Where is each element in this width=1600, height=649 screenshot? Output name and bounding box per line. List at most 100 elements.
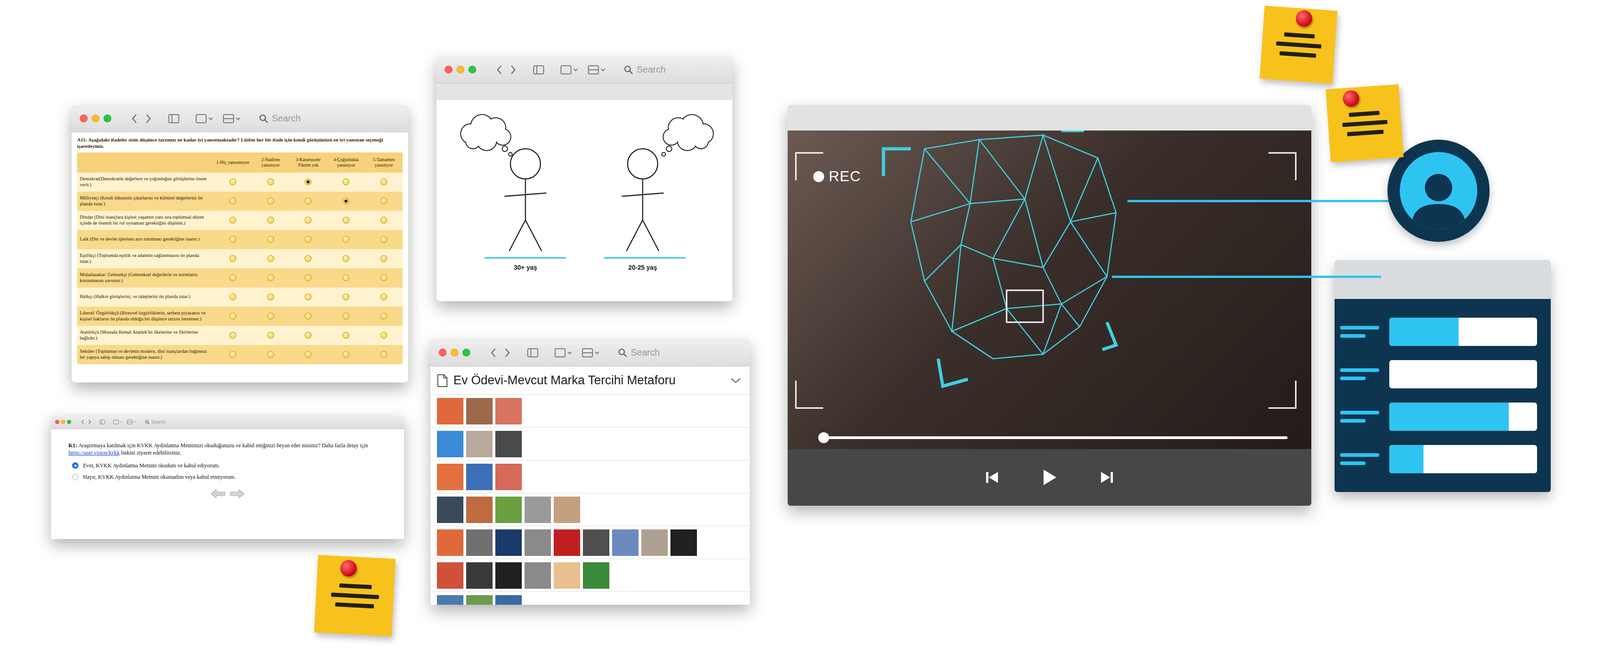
minimize-button[interactable] xyxy=(450,348,459,357)
thumbnail[interactable] xyxy=(436,529,464,556)
thumbnail-row[interactable] xyxy=(430,460,750,494)
next-page-icon[interactable] xyxy=(229,488,245,499)
radio-button[interactable] xyxy=(342,312,350,320)
radio-button[interactable] xyxy=(304,293,312,301)
view-icon[interactable] xyxy=(195,113,216,124)
thumbnail[interactable] xyxy=(495,463,522,490)
thumbnail-row[interactable] xyxy=(430,493,750,526)
thumbnail-row[interactable] xyxy=(430,558,750,592)
radio-button[interactable] xyxy=(380,235,388,243)
thumbnail-row[interactable] xyxy=(430,591,750,605)
radio-button[interactable] xyxy=(380,331,388,339)
skip-forward-icon[interactable] xyxy=(1099,469,1115,485)
thumbnail[interactable] xyxy=(466,397,493,425)
radio-button[interactable] xyxy=(304,216,312,224)
radio-button[interactable] xyxy=(342,235,350,243)
radio-button[interactable] xyxy=(380,197,388,205)
thumbnail[interactable] xyxy=(524,496,551,523)
sidebar-icon[interactable] xyxy=(526,347,539,358)
back-icon[interactable] xyxy=(81,419,85,425)
radio-button[interactable] xyxy=(342,350,350,358)
radio-button[interactable] xyxy=(229,350,237,358)
thumbnail[interactable] xyxy=(553,496,581,523)
thumbnail[interactable] xyxy=(524,561,551,589)
thumbnail[interactable] xyxy=(466,594,493,605)
thumbnail[interactable] xyxy=(670,529,697,556)
close-button[interactable] xyxy=(438,348,447,357)
radio-button[interactable] xyxy=(304,235,312,243)
radio-button[interactable] xyxy=(304,254,312,262)
radio-button[interactable] xyxy=(229,216,237,224)
thumbnail[interactable] xyxy=(553,561,581,589)
radio-button[interactable] xyxy=(304,197,312,205)
radio-button[interactable] xyxy=(229,254,237,262)
view-icon[interactable] xyxy=(113,419,124,425)
sidebar-icon[interactable] xyxy=(167,113,180,124)
search-field[interactable]: Search xyxy=(623,64,684,75)
radio-button[interactable] xyxy=(229,235,237,243)
forward-icon[interactable] xyxy=(88,419,92,425)
kvkk-link[interactable]: https://user.vision/kvkk xyxy=(68,449,120,456)
group-icon[interactable] xyxy=(126,419,137,425)
back-icon[interactable] xyxy=(131,113,138,124)
thumbnail[interactable] xyxy=(641,529,668,556)
search-field[interactable]: Search xyxy=(618,347,678,358)
thumbnail[interactable] xyxy=(466,496,493,523)
group-icon[interactable] xyxy=(581,347,602,358)
radio-button[interactable] xyxy=(229,274,237,281)
thumbnail-row[interactable] xyxy=(430,394,750,428)
thumbnail[interactable] xyxy=(495,430,522,458)
thumbnail[interactable] xyxy=(436,430,464,458)
radio-button[interactable] xyxy=(304,331,312,339)
search-field[interactable]: Search xyxy=(145,419,176,425)
radio-button[interactable] xyxy=(304,178,312,186)
radio-button[interactable] xyxy=(229,331,237,339)
radio-button[interactable] xyxy=(342,274,350,281)
radio-button[interactable] xyxy=(380,350,388,358)
thumbnail-row[interactable] xyxy=(430,427,750,461)
radio-button[interactable] xyxy=(72,473,79,480)
radio-button[interactable] xyxy=(72,462,79,469)
forward-icon[interactable] xyxy=(145,113,152,124)
thumbnail[interactable] xyxy=(436,463,464,490)
radio-button[interactable] xyxy=(267,312,275,320)
radio-button[interactable] xyxy=(267,331,275,339)
thumbnail[interactable] xyxy=(466,529,493,556)
thumbnail[interactable] xyxy=(495,496,522,523)
radio-button[interactable] xyxy=(267,235,275,243)
thumbnail[interactable] xyxy=(495,397,522,425)
radio-button[interactable] xyxy=(342,178,350,186)
radio-button[interactable] xyxy=(304,312,312,320)
back-icon[interactable] xyxy=(490,347,497,358)
search-field[interactable]: Search xyxy=(259,113,319,124)
thumbnail[interactable] xyxy=(466,561,493,589)
thumbnail[interactable] xyxy=(466,430,493,458)
radio-button[interactable] xyxy=(267,216,275,224)
thumbnail[interactable] xyxy=(436,594,464,605)
zoom-button[interactable] xyxy=(462,348,471,357)
radio-button[interactable] xyxy=(380,274,388,281)
thumbnail[interactable] xyxy=(466,463,493,490)
previous-page-icon[interactable] xyxy=(210,488,226,499)
thumbnail[interactable] xyxy=(436,561,464,589)
consent-option[interactable]: Hayır, KVKK Aydınlatma Metnini okumadım … xyxy=(72,472,387,481)
thumbnail-row[interactable] xyxy=(430,525,750,559)
thumbnail[interactable] xyxy=(436,496,464,523)
radio-button[interactable] xyxy=(342,197,350,205)
radio-button[interactable] xyxy=(267,254,275,262)
radio-button[interactable] xyxy=(380,254,388,262)
back-icon[interactable] xyxy=(496,64,503,75)
forward-icon[interactable] xyxy=(509,64,517,75)
radio-button[interactable] xyxy=(229,312,237,320)
radio-button[interactable] xyxy=(267,197,275,205)
radio-button[interactable] xyxy=(380,178,388,186)
close-button[interactable] xyxy=(55,419,60,424)
radio-button[interactable] xyxy=(304,350,312,358)
thumbnail[interactable] xyxy=(436,397,464,425)
radio-button[interactable] xyxy=(342,331,350,339)
radio-button[interactable] xyxy=(304,274,312,281)
view-icon[interactable] xyxy=(554,347,575,358)
zoom-button[interactable] xyxy=(468,65,477,74)
thumbnail[interactable] xyxy=(582,561,610,589)
chevron-down-icon[interactable] xyxy=(729,376,742,385)
